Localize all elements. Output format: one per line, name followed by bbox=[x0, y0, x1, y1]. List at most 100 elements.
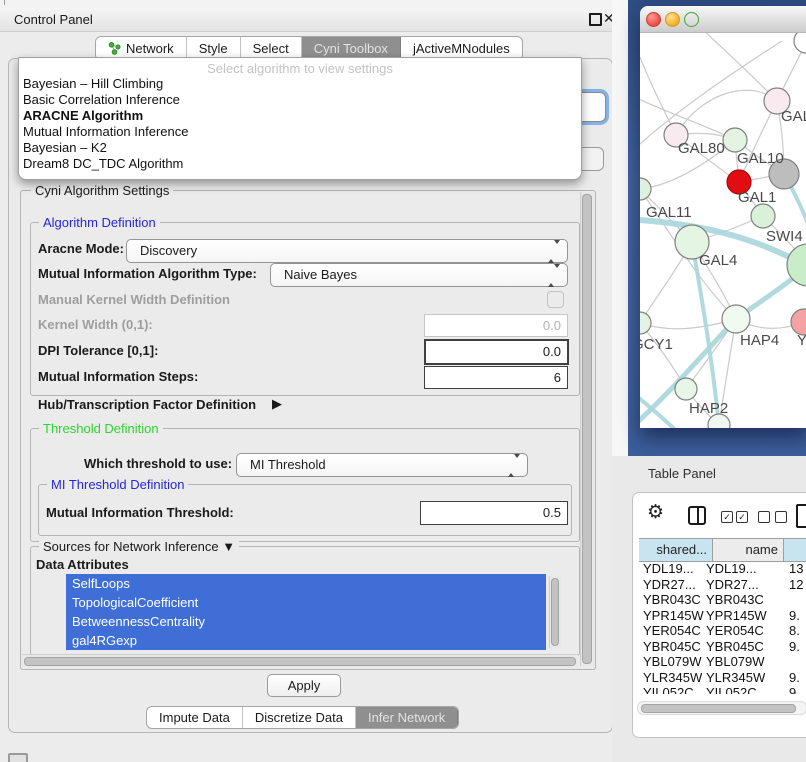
algorithm-option[interactable]: Bayesian – Hill Climbing bbox=[19, 76, 581, 92]
algorithm-definition-legend: Algorithm Definition bbox=[39, 215, 160, 230]
algorithm-option[interactable]: Bayesian – K2 bbox=[19, 140, 581, 156]
settings-vscrollbar-thumb[interactable] bbox=[582, 194, 592, 664]
column-header-shared-name[interactable]: shared... bbox=[639, 539, 713, 561]
node-label: GAL1 bbox=[738, 189, 776, 206]
minimized-panel-icon[interactable] bbox=[8, 753, 28, 762]
table-row[interactable]: YER054CYER054C8. bbox=[639, 623, 806, 639]
tab-discretize-data[interactable]: Discretize Data bbox=[243, 707, 356, 728]
network-node[interactable] bbox=[794, 33, 806, 53]
algorithm-option[interactable]: Mutual Information Inference bbox=[19, 124, 581, 140]
table-row[interactable]: YBR043CYBR043C bbox=[639, 592, 806, 608]
table-row[interactable]: YDR27...YDR27...12 bbox=[639, 577, 806, 593]
network-tab-icon bbox=[108, 42, 121, 55]
combo-arrows-icon bbox=[508, 458, 520, 473]
cyni-algorithm-settings-legend: Cyni Algorithm Settings bbox=[31, 183, 173, 198]
table-header: shared... name bbox=[639, 538, 806, 562]
table-cell: YBL079W bbox=[643, 654, 702, 669]
mi-steps-input[interactable]: 6 bbox=[424, 366, 568, 389]
which-threshold-select[interactable]: MI Threshold bbox=[236, 453, 528, 477]
table-cell: YER054C bbox=[643, 623, 701, 638]
select-all-checks-icon[interactable]: ✓✓ bbox=[721, 511, 748, 526]
mi-threshold-input[interactable]: 0.5 bbox=[420, 501, 568, 525]
table-body[interactable]: YDL19...YDL19...13YDR27...YDR27...12YBR0… bbox=[639, 561, 806, 694]
which-threshold-value: MI Threshold bbox=[250, 457, 326, 472]
tab-select-label: Select bbox=[253, 41, 289, 56]
node-label: Y bbox=[797, 332, 806, 349]
algorithm-dropdown[interactable]: Select algorithm to view settings Bayesi… bbox=[18, 57, 582, 180]
aracne-mode-value: Discovery bbox=[140, 243, 197, 258]
traffic-light-close-icon[interactable] bbox=[646, 12, 661, 27]
table-cell: YLR345W bbox=[706, 670, 765, 685]
algorithm-option[interactable]: ARACNE Algorithm bbox=[19, 108, 581, 124]
table-row[interactable]: YBL079WYBL079W bbox=[639, 654, 806, 670]
settings-horizontal-scrollbar[interactable] bbox=[22, 654, 578, 667]
dpi-tolerance-input[interactable]: 0.0 bbox=[424, 339, 569, 365]
table-row[interactable]: YDL19...YDL19...13 bbox=[639, 561, 806, 577]
table-row[interactable]: YIL052CYIL052C9. bbox=[639, 685, 806, 694]
kernel-width-input: 0.0 bbox=[424, 314, 568, 337]
mi-steps-value: 6 bbox=[554, 370, 561, 385]
network-edge bbox=[640, 57, 676, 135]
which-threshold-label: Which threshold to use: bbox=[84, 456, 232, 471]
network-node[interactable] bbox=[675, 378, 697, 400]
table-cell: YBR045C bbox=[706, 639, 764, 654]
traffic-light-zoom-icon[interactable] bbox=[684, 12, 699, 27]
table-cell: YER054C bbox=[706, 623, 764, 638]
tab-impute-data[interactable]: Impute Data bbox=[147, 707, 243, 728]
aracne-mode-select[interactable]: Discovery bbox=[126, 239, 568, 263]
manual-kernel-checkbox[interactable] bbox=[547, 291, 564, 308]
tab-style-label: Style bbox=[199, 41, 228, 56]
columns-icon[interactable] bbox=[688, 506, 706, 525]
tab-infer-network[interactable]: Infer Network bbox=[356, 707, 458, 728]
deselect-all-checks-icon[interactable] bbox=[758, 511, 787, 526]
mi-algorithm-type-select[interactable]: Naive Bayes bbox=[270, 263, 568, 287]
network-window[interactable]: GALGAL80GAL10GAL1GAL11SWI4GAL4HAP4YGCY1H… bbox=[640, 6, 806, 428]
attribute-item[interactable]: SelfLoops bbox=[66, 574, 546, 593]
tab-network-label: Network bbox=[126, 41, 174, 56]
network-window-titlebar[interactable] bbox=[640, 6, 806, 33]
data-attributes-list[interactable]: SelfLoopsTopologicalCoefficientBetweenne… bbox=[66, 574, 546, 650]
control-panel-titlebar: Control Panel ✕ bbox=[0, 8, 618, 32]
network-node[interactable] bbox=[640, 178, 651, 200]
sources-collapse-arrow-icon[interactable]: ▼ bbox=[222, 539, 235, 554]
float-window-button[interactable] bbox=[589, 13, 602, 26]
column-header-partial[interactable] bbox=[784, 539, 806, 561]
traffic-light-minimize-icon[interactable] bbox=[665, 12, 680, 27]
node-label: GAL4 bbox=[699, 252, 737, 269]
gear-icon[interactable]: ⚙ bbox=[647, 501, 664, 524]
kernel-width-label: Kernel Width (0,1): bbox=[38, 317, 153, 332]
table-cell: YBR045C bbox=[643, 639, 701, 654]
attribute-item[interactable]: BetweennessCentrality bbox=[66, 612, 546, 631]
mi-algorithm-type-label: Mutual Information Algorithm Type: bbox=[38, 266, 257, 281]
node-label: GAL bbox=[781, 108, 806, 125]
manual-kernel-label: Manual Kernel Width Definition bbox=[38, 292, 230, 307]
network-node[interactable] bbox=[640, 312, 651, 334]
algorithm-option[interactable]: Basic Correlation Inference bbox=[19, 92, 581, 108]
settings-vertical-scrollbar[interactable] bbox=[580, 192, 594, 666]
network-node[interactable] bbox=[722, 305, 750, 333]
apply-button[interactable]: Apply bbox=[267, 674, 341, 697]
attributes-scrollbar-thumb[interactable] bbox=[551, 578, 559, 646]
table-horizontal-scrollbar[interactable] bbox=[637, 701, 806, 715]
attributes-list-scrollbar[interactable] bbox=[549, 576, 561, 648]
hub-expander-arrow-icon[interactable]: ▶ bbox=[272, 396, 282, 412]
aracne-mode-label: Aracne Mode: bbox=[38, 241, 124, 256]
table-hscrollbar-thumb[interactable] bbox=[641, 704, 796, 713]
mi-threshold-definition-legend: MI Threshold Definition bbox=[47, 477, 188, 492]
table-row[interactable]: YBR045CYBR045C9. bbox=[639, 639, 806, 655]
network-node[interactable] bbox=[723, 128, 747, 152]
column-header-name[interactable]: name bbox=[713, 539, 784, 561]
algorithm-option[interactable]: Dream8 DC_TDC Algorithm bbox=[19, 156, 581, 172]
table-cell: YDL19... bbox=[706, 561, 757, 576]
tab-infer-network-label: Infer Network bbox=[368, 710, 445, 725]
network-node[interactable] bbox=[751, 204, 775, 228]
export-table-icon[interactable] bbox=[796, 504, 806, 528]
table-row[interactable]: YLR345WYLR345W9. bbox=[639, 670, 806, 686]
table-cell: YDL19... bbox=[643, 561, 694, 576]
network-canvas[interactable]: GALGAL80GAL10GAL1GAL11SWI4GAL4HAP4YGCY1H… bbox=[640, 33, 806, 428]
settings-hscrollbar-thumb[interactable] bbox=[24, 657, 576, 666]
control-panel-title: Control Panel bbox=[14, 12, 93, 27]
attribute-item[interactable]: gal4RGexp bbox=[66, 631, 546, 650]
attribute-item[interactable]: TopologicalCoefficient bbox=[66, 593, 546, 612]
table-row[interactable]: YPR145WYPR145W9. bbox=[639, 608, 806, 624]
